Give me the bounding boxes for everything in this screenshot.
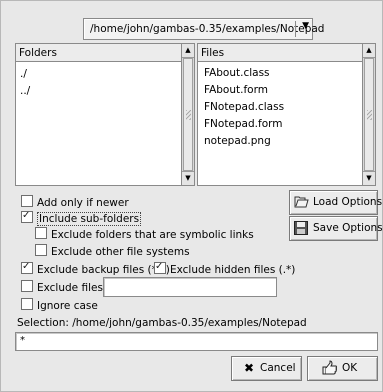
chevron-down-icon[interactable]: ▼ <box>302 21 309 31</box>
checkbox-label: Exclude other file systems <box>51 246 190 258</box>
folders-column-header[interactable]: Folders <box>16 44 181 62</box>
folder-open-icon <box>294 195 309 211</box>
checkbox-label: Exclude backup files (*~) <box>37 264 170 276</box>
scroll-up-arrow-icon[interactable]: ▲ <box>363 44 375 58</box>
exclude-other-fs-checkbox[interactable]: Exclude other file systems <box>35 244 190 258</box>
scroll-up-arrow-icon[interactable]: ▲ <box>182 44 194 58</box>
exclude-symlinks-checkbox[interactable]: Exclude folders that are symbolic links <box>35 227 254 241</box>
floppy-disk-icon <box>294 221 308 238</box>
file-item[interactable]: FAbout.form <box>198 82 362 99</box>
folders-items: ./ ../ <box>16 62 181 185</box>
save-options-label: Save Options <box>313 222 383 234</box>
selection-input[interactable]: * <box>15 332 378 351</box>
save-options-button[interactable]: Save Options <box>289 216 383 241</box>
selection-value: * <box>20 335 25 346</box>
checkbox-label: Exclude folders that are symbolic links <box>51 229 254 241</box>
file-item[interactable]: FAbout.class <box>198 65 362 82</box>
add-only-if-newer-checkbox[interactable]: Add only if newer <box>21 195 129 209</box>
file-selection-dialog: /home/john/gambas-0.35/examples/Notepad … <box>0 0 383 392</box>
path-dropdown-value: /home/john/gambas-0.35/examples/Notepad <box>90 23 325 35</box>
files-list[interactable]: Files FAbout.class FAbout.form FNotepad.… <box>197 43 376 186</box>
scroll-down-arrow-icon[interactable]: ▼ <box>363 171 375 185</box>
exclude-backup-files-checkbox[interactable]: Exclude backup files (*~) <box>21 260 170 276</box>
selection-label: Selection: /home/john/gambas-0.35/exampl… <box>17 317 307 329</box>
checkbox-label: Include sub-folders <box>37 212 142 226</box>
scroll-thumb[interactable] <box>183 58 193 171</box>
checkbox-box[interactable] <box>35 244 47 256</box>
file-item[interactable]: FNotepad.form <box>198 116 362 133</box>
close-icon: ✖ <box>244 361 255 375</box>
path-dropdown[interactable]: /home/john/gambas-0.35/examples/Notepad … <box>83 18 324 40</box>
checkbox-label: Exclude hidden files (.*) <box>170 264 296 276</box>
folders-header-label: Folders <box>19 47 57 59</box>
include-subfolders-checkbox[interactable]: Include sub-folders <box>21 209 142 226</box>
thumbs-up-icon <box>322 360 338 378</box>
scroll-thumb[interactable] <box>364 58 374 171</box>
ignore-case-checkbox[interactable]: Ignore case <box>21 298 98 312</box>
file-item[interactable]: FNotepad.class <box>198 99 362 116</box>
ok-button[interactable]: OK <box>307 356 378 381</box>
files-scrollbar[interactable]: ▲ ▼ <box>362 44 375 185</box>
load-options-label: Load Options <box>313 196 383 208</box>
checkbox-label: Ignore case <box>37 300 98 312</box>
folders-list[interactable]: Folders ./ ../ ▲ ▼ <box>15 43 195 186</box>
cancel-label: Cancel <box>260 362 296 374</box>
checkbox-box[interactable] <box>21 209 33 223</box>
cancel-button[interactable]: ✖ Cancel <box>231 356 302 381</box>
files-header-label: Files <box>201 47 225 59</box>
checkbox-box[interactable] <box>21 260 33 274</box>
exclude-hidden-files-checkbox[interactable]: Exclude hidden files (.*) <box>154 260 296 276</box>
file-item[interactable]: notepad.png <box>198 133 362 150</box>
exclude-files-checkbox[interactable]: Exclude files: <box>21 280 106 294</box>
load-options-button[interactable]: Load Options <box>289 190 382 215</box>
checkbox-box[interactable] <box>21 195 33 207</box>
scroll-down-arrow-icon[interactable]: ▼ <box>182 171 194 185</box>
checkbox-label: Exclude files: <box>37 282 107 294</box>
folders-scrollbar[interactable]: ▲ ▼ <box>181 44 194 185</box>
checkbox-box[interactable] <box>21 280 33 292</box>
checkbox-box[interactable] <box>21 298 33 310</box>
files-items: FAbout.class FAbout.form FNotepad.class … <box>198 62 362 185</box>
folder-item[interactable]: ../ <box>16 83 181 100</box>
dropdown-separator <box>295 21 296 37</box>
exclude-files-input[interactable] <box>103 277 277 297</box>
files-column-header[interactable]: Files <box>198 44 362 62</box>
folder-item[interactable]: ./ <box>16 66 181 83</box>
checkbox-box[interactable] <box>35 227 47 239</box>
ok-label: OK <box>342 362 358 374</box>
checkbox-box[interactable] <box>154 260 166 274</box>
checkbox-label: Add only if newer <box>37 197 129 209</box>
